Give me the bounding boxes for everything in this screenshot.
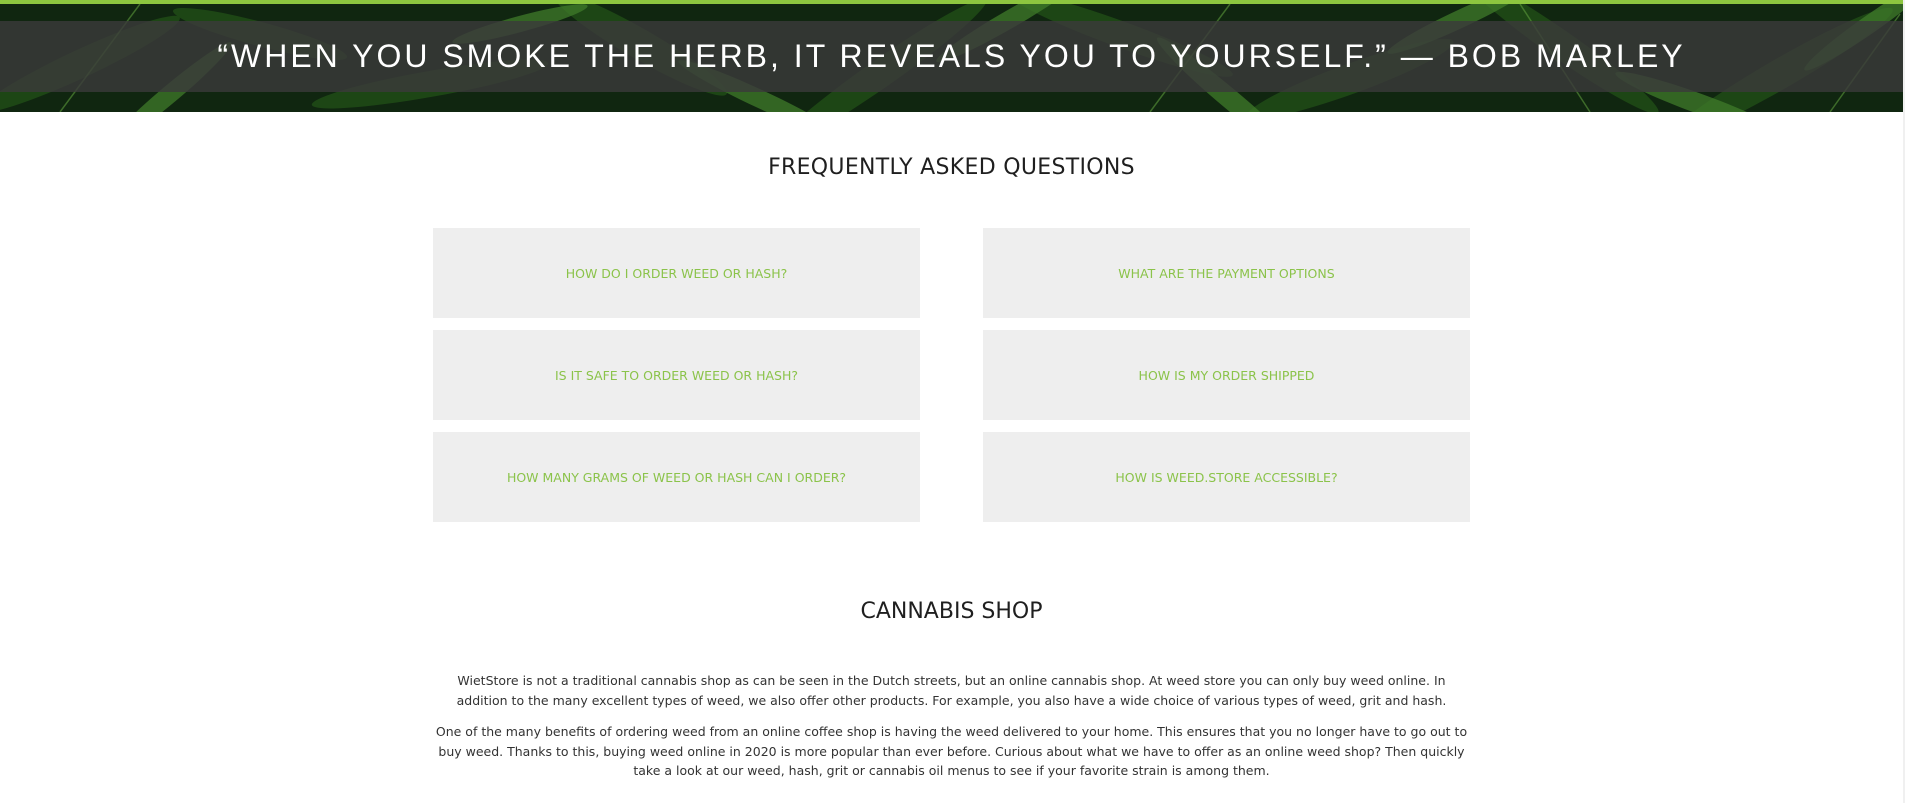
quote-banner: “WHEN YOU SMOKE THE HERB, IT REVEALS YOU…	[0, 0, 1903, 112]
shop-description: WietStore is not a traditional cannabis …	[433, 671, 1470, 793]
faq-grid: HOW DO I ORDER WEED OR HASH? WHAT ARE TH…	[433, 228, 1470, 522]
faq-item-payment-options[interactable]: WHAT ARE THE PAYMENT OPTIONS	[983, 228, 1470, 318]
faq-item-shipping[interactable]: HOW IS MY ORDER SHIPPED	[983, 330, 1470, 420]
faq-item-label[interactable]: IS IT SAFE TO ORDER WEED OR HASH?	[555, 368, 798, 383]
faq-item-label[interactable]: HOW IS WEED.STORE ACCESSIBLE?	[1115, 470, 1337, 485]
faq-item-label[interactable]: WHAT ARE THE PAYMENT OPTIONS	[1118, 266, 1334, 281]
faq-item-how-to-order[interactable]: HOW DO I ORDER WEED OR HASH?	[433, 228, 920, 318]
shop-paragraph: One of the many benefits of ordering wee…	[435, 724, 1468, 778]
faq-item-label[interactable]: HOW DO I ORDER WEED OR HASH?	[566, 266, 788, 281]
faq-item-label[interactable]: HOW IS MY ORDER SHIPPED	[1139, 368, 1315, 383]
faq-item-label[interactable]: HOW MANY GRAMS OF WEED OR HASH CAN I ORD…	[507, 470, 846, 485]
faq-item-is-it-safe[interactable]: IS IT SAFE TO ORDER WEED OR HASH?	[433, 330, 920, 420]
hero-quote: “WHEN YOU SMOKE THE HERB, IT REVEALS YOU…	[217, 38, 1686, 74]
faq-item-accessibility[interactable]: HOW IS WEED.STORE ACCESSIBLE?	[983, 432, 1470, 522]
faq-title: FREQUENTLY ASKED QUESTIONS	[768, 155, 1135, 180]
faq-item-how-many-grams[interactable]: HOW MANY GRAMS OF WEED OR HASH CAN I ORD…	[433, 432, 920, 522]
shop-title: CANNABIS SHOP	[860, 599, 1043, 624]
page: “WHEN YOU SMOKE THE HERB, IT REVEALS YOU…	[0, 0, 1905, 803]
shop-paragraph: WietStore is not a traditional cannabis …	[456, 673, 1447, 708]
